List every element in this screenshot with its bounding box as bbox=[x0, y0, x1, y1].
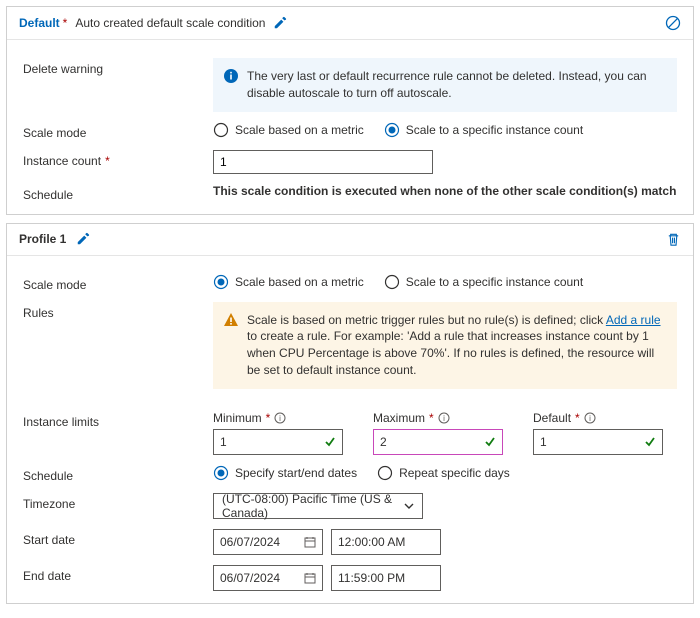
radio-scale-count[interactable]: Scale to a specific instance count bbox=[384, 274, 583, 290]
svg-text:i: i bbox=[589, 414, 591, 423]
radio-on-icon bbox=[213, 274, 229, 290]
chevron-down-icon bbox=[404, 501, 414, 511]
radio-label: Repeat specific days bbox=[399, 466, 510, 480]
svg-text:i: i bbox=[443, 414, 445, 423]
scale-mode-label: Scale mode bbox=[23, 122, 213, 140]
check-icon bbox=[644, 436, 656, 448]
info-icon[interactable]: i bbox=[584, 412, 596, 424]
instance-count-label: Instance count* bbox=[23, 150, 213, 168]
timezone-select[interactable]: (UTC-08:00) Pacific Time (US & Canada) bbox=[213, 493, 423, 519]
info-icon[interactable]: i bbox=[438, 412, 450, 424]
edit-icon[interactable] bbox=[273, 16, 287, 30]
timezone-label: Timezone bbox=[23, 493, 213, 511]
profile-condition-card: Profile 1 Scale mode Scale based on a me… bbox=[6, 223, 694, 604]
radio-label: Scale based on a metric bbox=[235, 275, 364, 289]
card-title: Default bbox=[19, 16, 60, 30]
radio-off-icon bbox=[377, 465, 393, 481]
schedule-label: Schedule bbox=[23, 184, 213, 202]
radio-repeat-days[interactable]: Repeat specific days bbox=[377, 465, 510, 481]
check-icon bbox=[324, 436, 336, 448]
check-icon bbox=[484, 436, 496, 448]
card-title: Profile 1 bbox=[19, 232, 66, 246]
radio-scale-metric[interactable]: Scale based on a metric bbox=[213, 122, 364, 138]
end-date-input[interactable]: 06/07/2024 bbox=[213, 565, 323, 591]
instance-count-input[interactable] bbox=[213, 150, 433, 174]
svg-text:i: i bbox=[279, 414, 281, 423]
end-time-input[interactable]: 11:59:00 PM bbox=[331, 565, 441, 591]
delete-warning-box: The very last or default recurrence rule… bbox=[213, 58, 677, 112]
max-label: Maximum* i bbox=[373, 411, 503, 425]
rules-label: Rules bbox=[23, 302, 213, 320]
required-marker: * bbox=[63, 16, 68, 30]
start-date-input[interactable]: 06/07/2024 bbox=[213, 529, 323, 555]
radio-scale-count[interactable]: Scale to a specific instance count bbox=[384, 122, 583, 138]
card-header: Profile 1 bbox=[7, 224, 693, 256]
default-condition-card: Default * Auto created default scale con… bbox=[6, 6, 694, 215]
info-icon[interactable]: i bbox=[274, 412, 286, 424]
calendar-icon bbox=[304, 536, 316, 548]
maximum-input[interactable]: 2 bbox=[373, 429, 503, 455]
delete-icon[interactable] bbox=[666, 232, 681, 247]
radio-on-icon bbox=[213, 465, 229, 481]
schedule-label: Schedule bbox=[23, 465, 213, 483]
card-subtitle: Auto created default scale condition bbox=[75, 16, 265, 30]
minimum-input[interactable]: 1 bbox=[213, 429, 343, 455]
rules-warning-box: Scale is based on metric trigger rules b… bbox=[213, 302, 677, 389]
radio-label: Scale to a specific instance count bbox=[406, 275, 583, 289]
default-label: Default* i bbox=[533, 411, 663, 425]
radio-off-icon bbox=[213, 122, 229, 138]
min-label: Minimum* i bbox=[213, 411, 343, 425]
start-time-input[interactable]: 12:00:00 AM bbox=[331, 529, 441, 555]
radio-label: Scale based on a metric bbox=[235, 123, 364, 137]
info-icon bbox=[223, 68, 239, 84]
delete-warning-text: The very last or default recurrence rule… bbox=[247, 68, 667, 102]
warning-icon bbox=[223, 312, 239, 328]
radio-label: Scale to a specific instance count bbox=[406, 123, 583, 137]
card-header: Default * Auto created default scale con… bbox=[7, 7, 693, 40]
default-input[interactable]: 1 bbox=[533, 429, 663, 455]
add-rule-link[interactable]: Add a rule bbox=[606, 313, 661, 327]
radio-scale-metric[interactable]: Scale based on a metric bbox=[213, 274, 364, 290]
radio-on-icon bbox=[384, 122, 400, 138]
edit-icon[interactable] bbox=[76, 232, 90, 246]
delete-warning-label: Delete warning bbox=[23, 58, 213, 76]
schedule-text: This scale condition is executed when no… bbox=[213, 184, 677, 198]
disable-icon[interactable] bbox=[665, 15, 681, 31]
rules-warning-text: Scale is based on metric trigger rules b… bbox=[247, 312, 667, 379]
radio-off-icon bbox=[384, 274, 400, 290]
scale-mode-label: Scale mode bbox=[23, 274, 213, 292]
instance-limits-label: Instance limits bbox=[23, 411, 213, 429]
start-date-label: Start date bbox=[23, 529, 213, 547]
radio-specify-dates[interactable]: Specify start/end dates bbox=[213, 465, 357, 481]
radio-label: Specify start/end dates bbox=[235, 466, 357, 480]
